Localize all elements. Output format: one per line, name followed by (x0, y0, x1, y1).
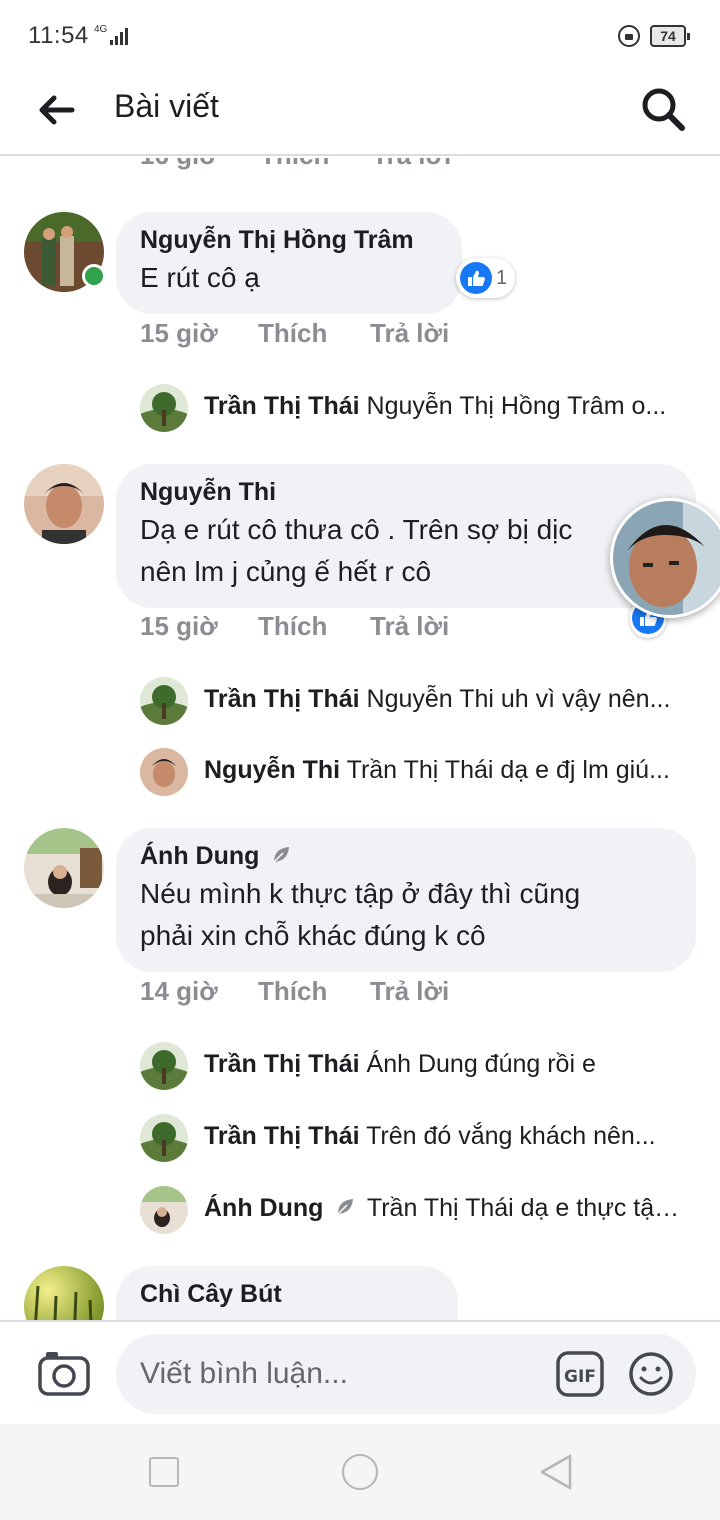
comment-author[interactable]: Nguyễn Thi (140, 478, 672, 507)
reply-author[interactable]: Trần Thị Thái (204, 685, 360, 713)
status-bar: 11:54 4G 74 (0, 0, 720, 72)
like-button[interactable]: Thích (258, 318, 327, 349)
back-button[interactable] (34, 88, 78, 132)
camera-button[interactable] (38, 1350, 90, 1396)
arrow-left-icon (39, 95, 75, 125)
reply-text: Nguyễn Thi uh vì vậy nên... (366, 685, 671, 713)
battery-icon: 74 (650, 25, 690, 47)
reply-button[interactable]: Trả lời (372, 158, 451, 171)
reply-preview[interactable]: Trần Thị Thái Trên đó vắng khách nên... (140, 1114, 700, 1162)
comment-bubble[interactable]: Ánh Dung Néu mình k thực tập ở đây thì c… (116, 828, 696, 972)
comment-bubble[interactable]: Nguyễn Thị Hồng Trâm E rút cô ạ (116, 212, 462, 314)
like-button[interactable]: Thích (260, 158, 329, 171)
gif-icon: GIF (556, 1351, 604, 1397)
reply-author[interactable]: Trần Thị Thái (204, 1050, 360, 1078)
reply-author[interactable]: Ánh Dung (204, 1194, 323, 1222)
home-button[interactable] (342, 1454, 378, 1490)
reply-text: Trần Thị Thái dạ e đj lm giú... (346, 756, 670, 784)
reply-preview[interactable]: Trần Thị Thái Nguyễn Thi uh vì vậy nên..… (140, 677, 700, 725)
comment-actions: 15 giờ Thích Trả lời (0, 318, 720, 352)
avatar[interactable] (24, 828, 104, 908)
avatar (140, 748, 188, 796)
reply-text: Ánh Dung đúng rồi e (366, 1050, 596, 1078)
avatar (140, 677, 188, 725)
comment-author[interactable]: Ánh Dung (140, 842, 259, 870)
comment-text-line-1: Néu mình k thực tập ở đây thì cũng (140, 878, 581, 909)
leaf-badge-icon (337, 1199, 354, 1215)
reaction-count: 1 (496, 266, 508, 289)
avatar[interactable] (24, 464, 104, 544)
reply-button[interactable]: Trả lời (370, 318, 449, 349)
comment-author[interactable]: Nguyễn Thị Hồng Trâm (140, 226, 438, 255)
recent-apps-button[interactable] (149, 1457, 179, 1487)
avatar (140, 384, 188, 432)
camera-icon (38, 1352, 90, 1396)
comment-time: 16 giờ (140, 158, 218, 171)
rotation-lock-icon (618, 25, 640, 47)
comment-bubble[interactable]: Chì Cây Bút (116, 1266, 458, 1320)
comment-bubble[interactable]: Nguyễn Thi Dạ e rút cô thưa cô . Trên sợ… (116, 464, 696, 608)
system-back-button[interactable] (538, 1452, 574, 1492)
reply-author[interactable]: Trần Thị Thái (204, 1122, 360, 1150)
system-navigation-bar (0, 1424, 720, 1520)
comment-text: E rút cô ạ (140, 262, 260, 293)
thumbs-up-icon (460, 262, 492, 294)
search-icon (642, 88, 685, 131)
emoji-button[interactable] (628, 1351, 674, 1397)
smiley-icon (629, 1352, 673, 1396)
reply-text: Nguyễn Thị Hồng Trâm o... (366, 392, 667, 420)
comment-time: 15 giờ (140, 611, 218, 641)
comment-author[interactable]: Chì Cây Bút (140, 1280, 434, 1309)
reply-author[interactable]: Trần Thị Thái (204, 392, 360, 420)
reply-text: Trần Thị Thái dạ e thực tập... (366, 1194, 684, 1222)
reply-button[interactable]: Trả lời (370, 976, 449, 1007)
comment-actions: 14 giờ Thích Trả lời (0, 976, 720, 1010)
like-button[interactable]: Thích (258, 611, 327, 642)
comment-actions: 15 giờ Thích Trả lời (0, 611, 720, 645)
comment-time: 14 giờ (140, 976, 218, 1006)
search-button[interactable] (638, 84, 688, 134)
page-title: Bài viết (114, 88, 219, 124)
online-status-indicator (82, 264, 106, 288)
status-time: 11:54 (28, 22, 89, 49)
avatar[interactable] (24, 1266, 104, 1320)
reply-preview[interactable]: Nguyễn Thi Trần Thị Thái dạ e đj lm giú.… (140, 748, 700, 796)
gif-label: GIF (564, 1367, 596, 1387)
reply-author[interactable]: Nguyễn Thi (204, 756, 340, 784)
comment-input[interactable] (140, 1352, 540, 1396)
app-root: 11:54 4G 74 Bài viết 16 giờ Thích Trả lờ… (0, 0, 720, 1520)
chat-head[interactable] (610, 498, 720, 618)
avatar (140, 1114, 188, 1162)
reply-text: Trên đó vắng khách nên... (366, 1122, 656, 1150)
comment-text-line-2: phải xin chỗ khác đúng k cô (140, 920, 486, 951)
gif-button[interactable]: GIF (556, 1351, 604, 1397)
leaf-badge-icon (273, 847, 290, 863)
signal-icon (110, 27, 132, 45)
avatar (140, 1042, 188, 1090)
comment-time: 15 giờ (140, 318, 218, 348)
comment-text-line-2: nên lm j củng ế hết r cô (140, 556, 432, 587)
network-type: 4G (94, 24, 108, 35)
comment-input-container: GIF (116, 1334, 696, 1414)
comments-list: 16 giờ Thích Trả lời Nguyễn Thị Hồng Trâ… (0, 158, 720, 1320)
app-header: Bài viết (0, 72, 720, 156)
reply-preview[interactable]: Trần Thị Thái Ánh Dung đúng rồi e (140, 1042, 700, 1090)
reply-button[interactable]: Trả lời (370, 611, 449, 642)
avatar (140, 1186, 188, 1234)
comment-composer: GIF (0, 1320, 720, 1424)
like-button[interactable]: Thích (258, 976, 327, 1007)
reply-preview[interactable]: Ánh Dung Trần Thị Thái dạ e thực tập... (140, 1186, 700, 1234)
reply-preview[interactable]: Trần Thị Thái Nguyễn Thị Hồng Trâm o... (140, 384, 700, 432)
triangle-back-icon (540, 1454, 572, 1490)
comment-text-line-1: Dạ e rút cô thưa cô . Trên sợ bị dịc (140, 514, 573, 545)
reaction-summary[interactable]: 1 (456, 258, 516, 298)
